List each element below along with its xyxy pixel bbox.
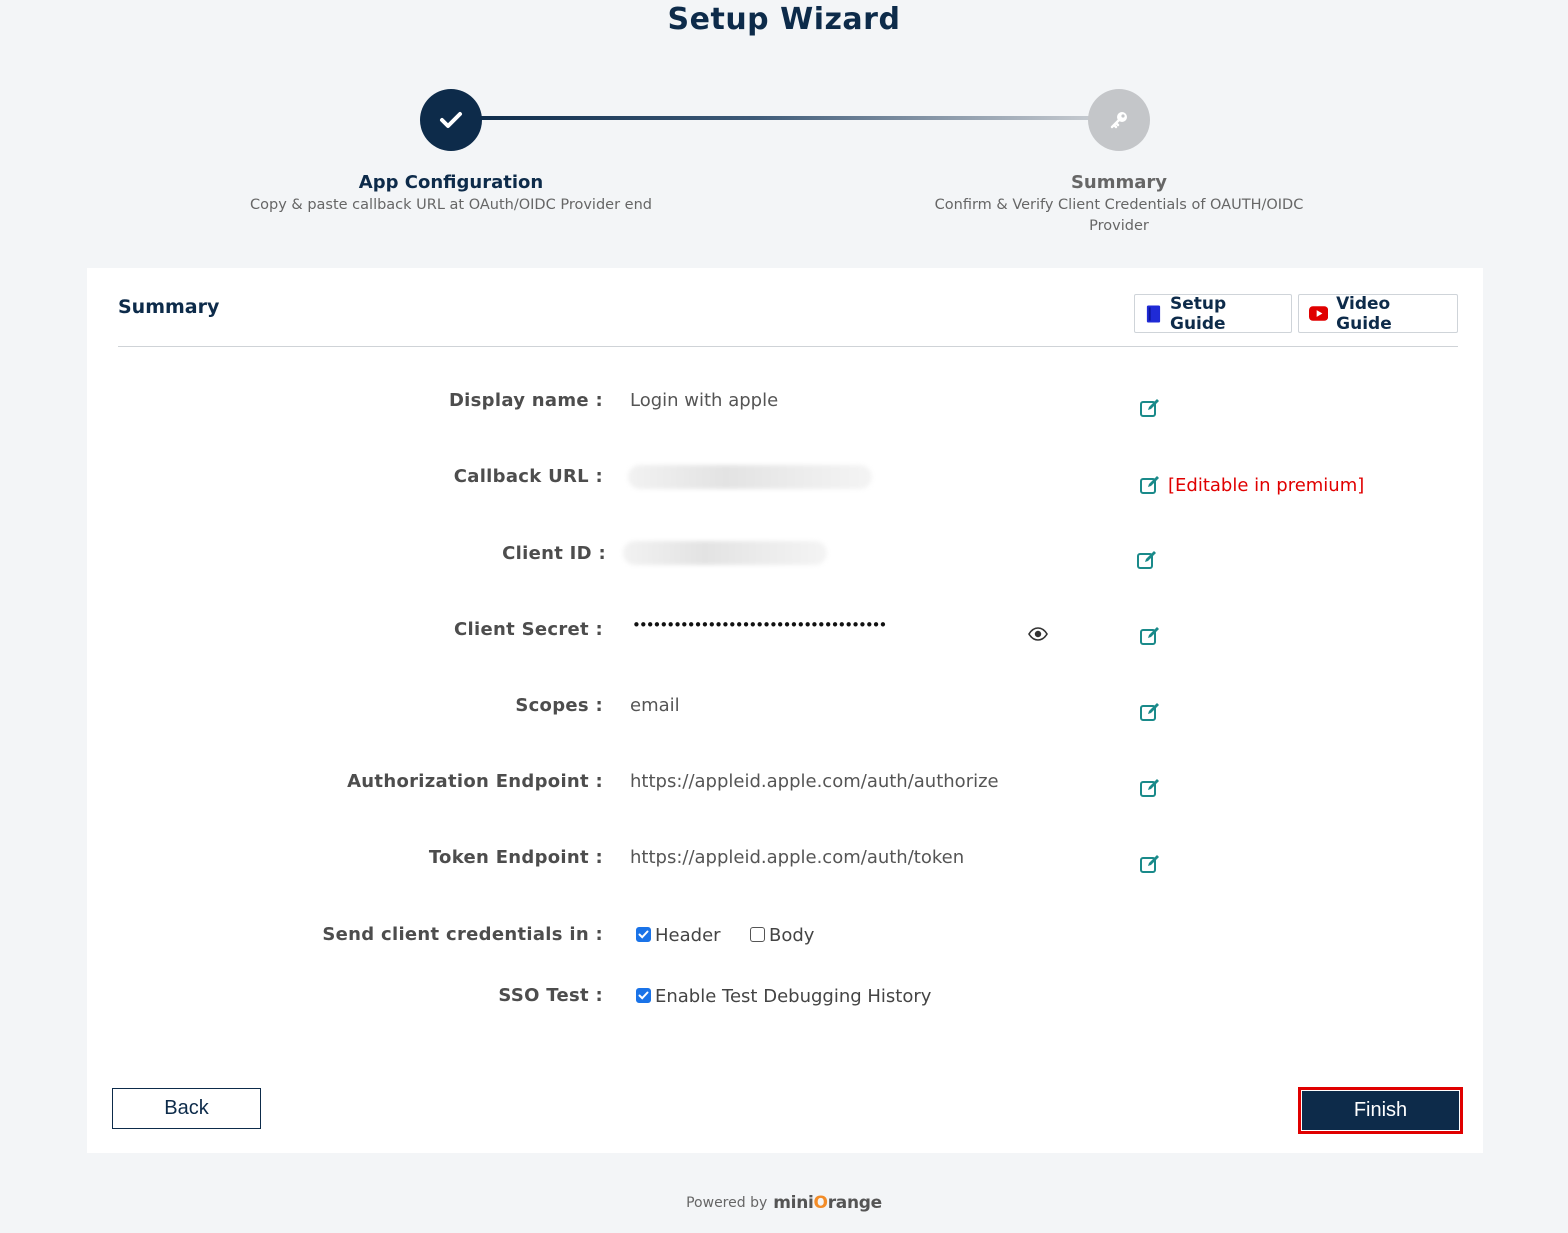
step-subtitle: Copy & paste callback URL at OAuth/OIDC … — [250, 197, 652, 213]
callback-url-label: Callback URL : — [453, 466, 603, 487]
token-endpoint-label: Token Endpoint : — [428, 847, 603, 868]
client-secret-label: Client Secret : — [454, 619, 603, 640]
checkmark-icon — [638, 930, 649, 939]
authorization-endpoint-label: Authorization Endpoint : — [347, 771, 603, 792]
edit-client-secret-icon[interactable] — [1139, 625, 1161, 647]
brand-prefix: mini — [773, 1193, 814, 1213]
setup-guide-label: Setup Guide — [1169, 293, 1227, 334]
checkmark-icon — [638, 991, 649, 1000]
scopes-value: email — [630, 695, 680, 716]
back-button[interactable]: Back — [112, 1088, 261, 1129]
step-title: Summary — [1070, 172, 1168, 193]
authorization-endpoint-value: https://appleid.apple.com/auth/authorize — [630, 771, 999, 792]
eye-icon[interactable] — [1028, 627, 1048, 641]
key-icon — [1110, 112, 1127, 129]
summary-card: Summary Setup Guide Video Guide Display … — [87, 268, 1483, 1153]
setup-guide-button[interactable]: Setup Guide — [1134, 293, 1292, 334]
step-app-configuration-indicator — [420, 89, 482, 151]
edit-callback-url-icon[interactable] — [1139, 474, 1161, 496]
body-checkbox[interactable] — [750, 927, 765, 942]
editable-in-premium-note: [Editable in premium] — [1168, 475, 1365, 496]
step-summary-indicator — [1088, 89, 1150, 151]
youtube-icon — [1309, 306, 1329, 321]
client-id-value-redacted — [623, 541, 827, 565]
page-title: Setup Wizard — [667, 2, 901, 37]
check-icon — [440, 112, 462, 128]
edit-display-name-icon[interactable] — [1139, 397, 1161, 419]
stepper-progress-line — [470, 116, 1100, 120]
enable-test-debugging-checkbox[interactable] — [636, 988, 651, 1003]
display-name-label: Display name : — [448, 390, 603, 411]
footer: Powered by miniOrange — [0, 1193, 1568, 1213]
client-id-label: Client ID : — [502, 543, 606, 564]
powered-by-text: Powered by — [686, 1195, 768, 1211]
send-client-credentials-label: Send client credentials in : — [322, 924, 603, 945]
step-subtitle: Confirm & Verify Client Credentials of O… — [934, 197, 1304, 234]
sso-test-label: SSO Test : — [498, 985, 603, 1006]
finish-button[interactable]: Finish — [1302, 1091, 1459, 1130]
edit-authorization-endpoint-icon[interactable] — [1139, 777, 1161, 799]
miniorange-logo[interactable]: miniOrange — [773, 1193, 882, 1213]
enable-test-debugging-label: Enable Test Debugging History — [655, 986, 932, 1007]
display-name-value: Login with apple — [630, 390, 779, 411]
edit-client-id-icon[interactable] — [1136, 549, 1158, 571]
brand-o: O — [813, 1193, 828, 1213]
book-icon — [1146, 305, 1161, 322]
step-title: App Configuration — [358, 172, 544, 193]
step-summary: Summary Confirm & Verify Client Credenti… — [909, 172, 1329, 237]
edit-scopes-icon[interactable] — [1139, 701, 1161, 723]
card-title: Summary — [118, 296, 220, 318]
step-app-configuration: App Configuration Copy & paste callback … — [241, 172, 661, 216]
client-secret-value[interactable]: ••••••••••••••••••••••••••••••••••••• — [632, 616, 887, 634]
divider — [118, 346, 1458, 347]
header-checkbox[interactable] — [636, 927, 651, 942]
video-guide-button[interactable]: Video Guide — [1298, 293, 1458, 334]
token-endpoint-value: https://appleid.apple.com/auth/token — [630, 847, 965, 868]
callback-url-value-redacted — [628, 465, 872, 489]
header-option-label: Header — [655, 925, 721, 946]
edit-token-endpoint-icon[interactable] — [1139, 853, 1161, 875]
brand-suffix: range — [827, 1193, 882, 1213]
scopes-label: Scopes : — [515, 695, 603, 716]
video-guide-label: Video Guide — [1336, 293, 1392, 334]
body-option-label: Body — [769, 925, 815, 946]
